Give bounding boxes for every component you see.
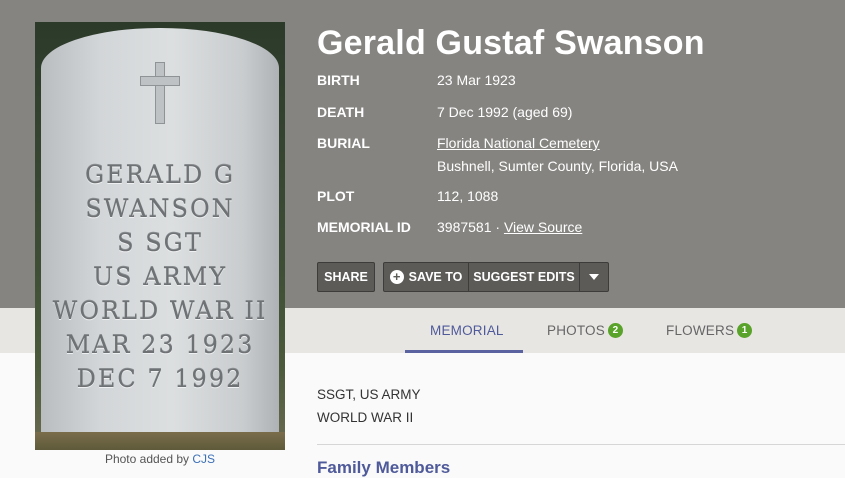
cemetery-location: Bushnell, Sumter County, Florida, USA	[437, 158, 678, 174]
headstone: GERALD G SWANSON S SGT US ARMY WORLD WAR…	[41, 28, 279, 450]
fact-value: 23 Mar 1923	[437, 72, 516, 88]
bio-line: SSGT, US ARMY	[317, 387, 421, 402]
burial-value: Florida National Cemetery Bushnell, Sumt…	[437, 132, 678, 178]
memorial-bio: SSGT, US ARMY WORLD WAR II	[317, 383, 421, 429]
tab-flowers[interactable]: FLOWERS 1	[666, 308, 753, 353]
inscription-line: GERALD G	[84, 161, 236, 189]
suggest-edits-button[interactable]: SUGGEST EDITS	[469, 263, 580, 291]
memorial-id-number: 3987581 ·	[437, 219, 504, 235]
fact-label: MEMORIAL ID	[317, 219, 411, 235]
family-members-heading: Family Members	[317, 458, 451, 477]
more-options-button[interactable]	[580, 263, 608, 291]
fact-label: PLOT	[317, 188, 355, 204]
inscription-line: US ARMY	[92, 263, 228, 291]
tab-label: FLOWERS	[666, 323, 735, 338]
fact-value: 7 Dec 1992 (aged 69)	[437, 104, 573, 120]
cemetery-link[interactable]: Florida National Cemetery	[437, 135, 600, 151]
inscription-line: WORLD WAR II	[52, 297, 268, 325]
view-source-link[interactable]: View Source	[504, 219, 582, 235]
inscription-line: S SGT	[117, 229, 203, 257]
flowers-count-badge: 1	[737, 323, 753, 338]
tab-label: MEMORIAL	[430, 323, 504, 338]
tab-label: PHOTOS	[547, 323, 605, 338]
grass	[35, 432, 285, 450]
headstone-inscription: GERALD G SWANSON S SGT US ARMY WORLD WAR…	[41, 158, 279, 396]
plus-circle-icon: +	[389, 270, 404, 284]
section-divider	[317, 444, 845, 445]
tab-memorial[interactable]: MEMORIAL	[430, 308, 504, 353]
share-button[interactable]: SHARE	[317, 262, 375, 292]
memorial-name: Gerald Gustaf Swanson	[317, 24, 705, 62]
active-tab-indicator	[405, 350, 523, 353]
cross-icon	[140, 62, 180, 124]
caret-down-icon	[589, 274, 599, 280]
inscription-line: DEC 7 1992	[76, 365, 244, 393]
fact-label: BIRTH	[317, 72, 360, 88]
photo-caption: Photo added by CJS	[35, 452, 285, 466]
tab-photos[interactable]: PHOTOS 2	[547, 308, 623, 353]
inscription-line: MAR 23 1923	[65, 331, 255, 359]
headstone-photo[interactable]: GERALD G SWANSON S SGT US ARMY WORLD WAR…	[35, 22, 285, 450]
inscription-line: SWANSON	[85, 195, 235, 223]
bio-line: WORLD WAR II	[317, 410, 414, 425]
fact-value: 112, 1088	[437, 188, 499, 204]
save-to-button[interactable]: + SAVE TO	[384, 263, 469, 291]
fact-label: DEATH	[317, 104, 365, 120]
fact-label: BURIAL	[317, 135, 370, 151]
caption-prefix: Photo added by	[104, 452, 193, 466]
memorial-id-value: 3987581 · View Source	[437, 216, 582, 239]
photos-count-badge: 2	[607, 323, 623, 338]
save-edit-button-group: + SAVE TO SUGGEST EDITS	[383, 262, 609, 292]
caption-author-link[interactable]: CJS	[192, 452, 215, 466]
save-to-label: SAVE TO	[408, 270, 463, 284]
